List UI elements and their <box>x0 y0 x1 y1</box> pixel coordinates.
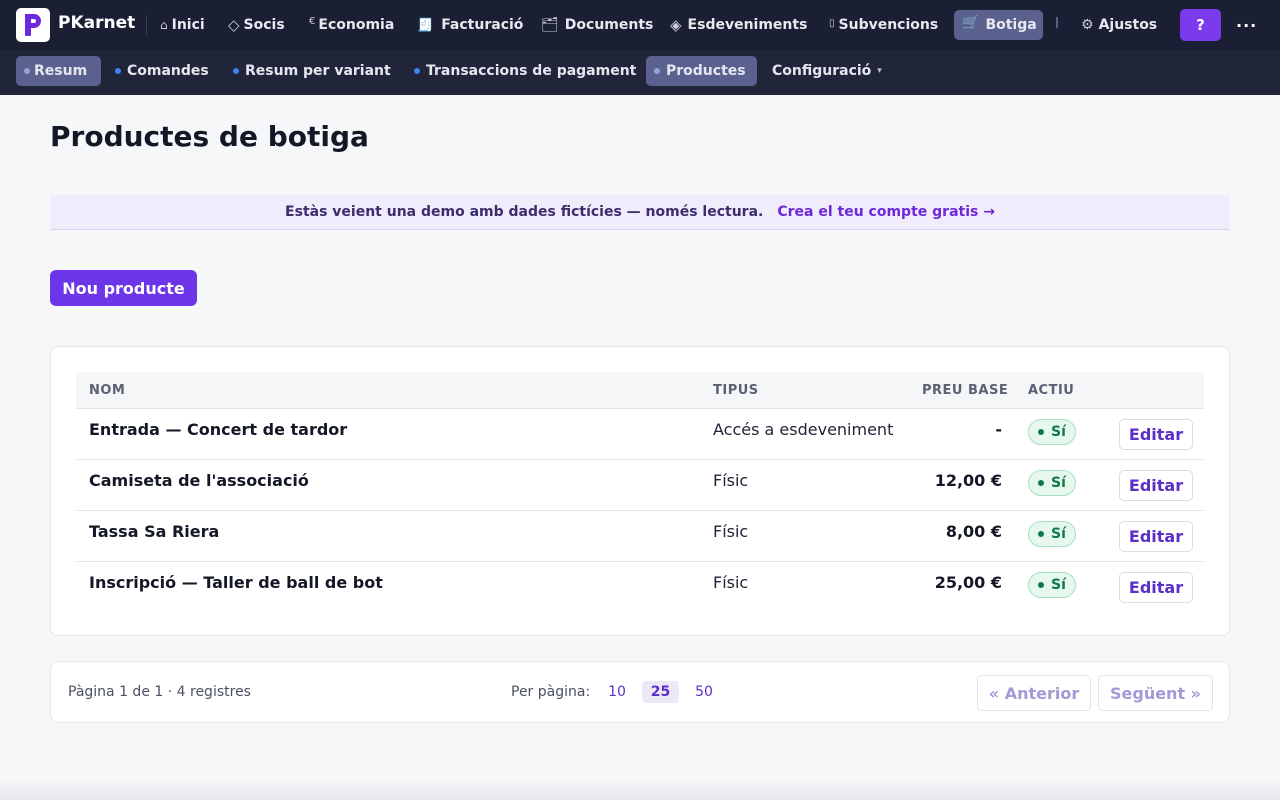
status-badge: Sí <box>1028 521 1076 547</box>
subnav-comandes[interactable]: Comandes <box>107 56 217 86</box>
pagination-info: Pàgina 1 de 1 · 4 registres <box>68 684 251 700</box>
table-row: Tassa Sa Riera Físic 8,00 € Sí Editar <box>76 511 1204 562</box>
status-badge: Sí <box>1028 572 1076 598</box>
nav-socis[interactable]: ◇ Socis <box>222 10 291 40</box>
product-type: Físic <box>713 522 749 541</box>
gear-icon: ⚙ <box>1081 17 1094 33</box>
cart-icon: 🛒 <box>962 15 980 31</box>
table-row: Camiseta de l'associació Físic 12,00 € S… <box>76 460 1204 511</box>
product-name: Entrada — Concert de tardor <box>89 420 348 439</box>
edit-button[interactable]: Editar <box>1119 521 1193 552</box>
help-button[interactable]: ? <box>1180 9 1221 41</box>
nav-esdeveniments[interactable]: ◈ Esdeveniments <box>664 10 813 40</box>
more-menu-button[interactable]: ... <box>1236 12 1257 31</box>
pkarnet-logo[interactable] <box>16 8 50 42</box>
table-row: Entrada — Concert de tardor Accés a esde… <box>76 409 1204 460</box>
per-page-50[interactable]: 50 <box>692 681 716 703</box>
sub-navigation: Resum Comandes Resum per variant Transac… <box>0 50 1280 95</box>
chevron-down-icon: ▾ <box>877 66 882 76</box>
product-price: 8,00 € <box>945 522 1002 541</box>
bullet-icon <box>115 68 121 74</box>
previous-page-button[interactable]: « Anterior <box>977 675 1091 711</box>
subnav-resum[interactable]: Resum <box>16 56 101 86</box>
new-product-button[interactable]: Nou producte <box>50 270 197 306</box>
product-type: Físic <box>713 471 749 490</box>
status-badge: Sí <box>1028 470 1076 496</box>
pagination-bar: Pàgina 1 de 1 · 4 registres Per pàgina: … <box>50 661 1230 723</box>
product-price: - <box>995 420 1002 439</box>
euro-icon: € <box>309 15 316 27</box>
nav-facturacio[interactable]: 🧾 Facturació <box>411 10 529 40</box>
edit-button[interactable]: Editar <box>1119 419 1193 450</box>
bullet-icon <box>233 68 239 74</box>
product-name: Camiseta de l'associació <box>89 471 309 490</box>
products-table-card: NOM TIPUS PREU BASE ACTIU Entrada — Conc… <box>50 346 1230 636</box>
nav-subvencions[interactable]: ▯ Subvencions <box>823 10 944 40</box>
brand-name[interactable]: PKarnet <box>58 13 135 33</box>
header-type: TIPUS <box>713 383 759 398</box>
per-page-10[interactable]: 10 <box>606 681 628 703</box>
create-account-link[interactable]: Crea el teu compte gratis → <box>777 204 995 220</box>
bullet-icon <box>414 68 420 74</box>
nav-botiga[interactable]: 🛒 Botiga <box>954 10 1043 40</box>
book-icon: ▯ <box>829 17 835 29</box>
demo-banner-text: Estàs veient una demo amb dades fictície… <box>285 204 764 220</box>
next-page-button[interactable]: Següent » <box>1098 675 1213 711</box>
event-diamond-icon: ◈ <box>670 16 682 34</box>
diamond-icon: ◇ <box>228 16 240 34</box>
product-type: Accés a esdeveniment <box>713 420 894 439</box>
nav-ajustos[interactable]: ⚙ Ajustos <box>1075 10 1163 40</box>
nav-economia[interactable]: € Economia <box>303 10 400 40</box>
nav-divider-bar <box>1056 17 1058 28</box>
table-header: NOM TIPUS PREU BASE ACTIU <box>76 372 1204 409</box>
bullet-icon <box>654 68 660 74</box>
subnav-transaccions[interactable]: Transaccions de pagament <box>406 56 644 86</box>
product-name: Tassa Sa Riera <box>89 522 220 541</box>
subnav-productes[interactable]: Productes <box>646 56 757 86</box>
per-page-25[interactable]: 25 <box>642 681 679 703</box>
product-price: 12,00 € <box>934 471 1002 490</box>
receipt-icon: 🧾 <box>417 17 434 33</box>
header-price: PREU BASE <box>922 383 1009 398</box>
home-icon: ⌂ <box>160 18 168 32</box>
status-badge: Sí <box>1028 419 1076 445</box>
product-price: 25,00 € <box>934 573 1002 592</box>
edit-button[interactable]: Editar <box>1119 470 1193 501</box>
bullet-icon <box>24 68 30 74</box>
subnav-resum-per-variant[interactable]: Resum per variant <box>225 56 399 86</box>
edit-button[interactable]: Editar <box>1119 572 1193 603</box>
status-dot-icon <box>1038 429 1045 435</box>
status-dot-icon <box>1038 480 1045 486</box>
product-type: Físic <box>713 573 749 592</box>
folder-icon: 🗂 <box>541 17 559 33</box>
status-dot-icon <box>1038 531 1045 537</box>
nav-inici[interactable]: ⌂ Inici <box>154 10 211 40</box>
top-navigation: PKarnet ⌂ Inici ◇ Socis € Economia 🧾 Factura… <box>0 0 1280 50</box>
demo-banner: Estàs veient una demo amb dades fictície… <box>50 195 1230 230</box>
per-page-label: Per pàgina: <box>511 684 591 700</box>
subnav-configuracio[interactable]: Configuració ▾ <box>764 56 890 86</box>
page-title: Productes de botiga <box>50 120 369 153</box>
product-name: Inscripció — Taller de ball de bot <box>89 573 383 592</box>
header-active: ACTIU <box>1028 383 1075 398</box>
status-dot-icon <box>1038 582 1045 588</box>
header-name: NOM <box>89 383 126 398</box>
nav-divider <box>146 15 147 35</box>
page-bottom-edge <box>0 780 1280 800</box>
nav-documents[interactable]: 🗂 Documents <box>535 10 659 40</box>
table-row: Inscripció — Taller de ball de bot Físic… <box>76 562 1204 613</box>
